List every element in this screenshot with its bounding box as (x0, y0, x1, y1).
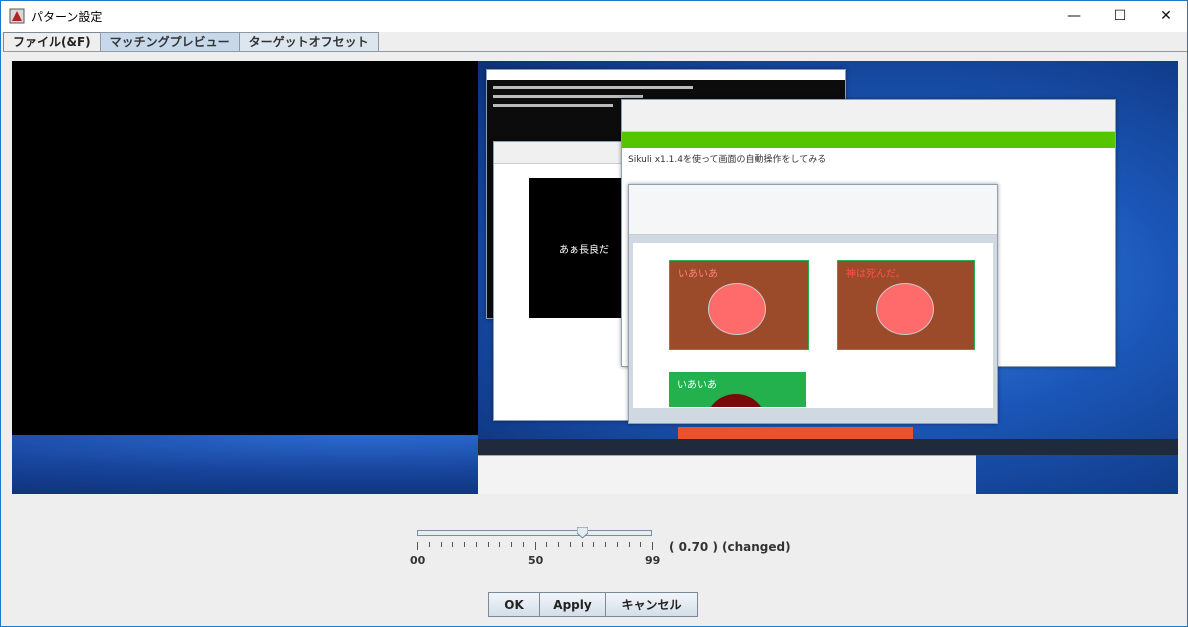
slider-tick (440, 542, 442, 547)
window-title: パターン設定 (31, 10, 103, 24)
tab-target-offset[interactable]: ターゲットオフセット (238, 32, 379, 52)
editor-window (478, 455, 976, 494)
qiita-article-title: Sikuli x1.1.4を使って画面の自動操作をしてみる (628, 155, 827, 165)
slider-tick-label-mid: 50 (528, 554, 544, 567)
preview-taskbar (478, 439, 1178, 455)
tab-strip: ファイル(&F) マッチングプレビュー ターゲットオフセット (3, 32, 379, 52)
slider-tick (546, 542, 548, 547)
preview-black-region (12, 61, 478, 435)
video-subtitle: あぁ長良だ (559, 244, 609, 256)
slider-tick (428, 542, 430, 547)
slider-tick (652, 542, 653, 550)
slider-tick (593, 542, 595, 547)
slider-tick (464, 542, 465, 547)
ok-button[interactable]: OK (488, 592, 540, 617)
slider-tick (605, 542, 606, 547)
paint-box1-text: いあいあ (678, 269, 718, 280)
tab-file[interactable]: ファイル(&F) (3, 32, 101, 52)
tab-matching-preview[interactable]: マッチングプレビュー (99, 32, 240, 52)
similarity-value: ( 0.70 ) (669, 540, 718, 554)
slider-tick-label-min: 00 (410, 554, 426, 567)
minimize-button[interactable]: — (1051, 1, 1097, 31)
similarity-slider-thumb[interactable] (576, 527, 588, 539)
slider-tick-label-max: 99 (645, 554, 661, 567)
pattern-settings-window: パターン設定 — ☐ ✕ ファイル(&F) マッチングプレビュー ターゲットオフ… (0, 0, 1188, 627)
dialog-buttons: OK Apply キャンセル (488, 592, 698, 617)
slider-tick (475, 542, 477, 547)
slider-tick (522, 542, 524, 547)
cancel-button[interactable]: キャンセル (605, 592, 698, 617)
similarity-status: (changed) (722, 540, 791, 554)
screenshot-area: あぁ長良だ Sikuli x1.1.4を使って画面の自動操作をしてみる いあいあ (478, 61, 1178, 494)
slider-tick (511, 542, 512, 547)
app-icon (9, 8, 25, 24)
title-bar: パターン設定 — ☐ ✕ (1, 1, 1187, 32)
apply-button[interactable]: Apply (539, 592, 606, 617)
slider-tick (569, 542, 571, 547)
maximize-icon: ☐ (1113, 8, 1127, 24)
paint-box3-text: いあいあ (677, 380, 717, 391)
close-button[interactable]: ✕ (1143, 1, 1188, 31)
tab-divider (3, 51, 1187, 52)
matching-preview-image: あぁ長良だ Sikuli x1.1.4を使って画面の自動操作をしてみる いあいあ (12, 61, 1178, 494)
video-browser-window: あぁ長良だ (493, 141, 639, 421)
slider-tick (640, 542, 642, 547)
minimize-icon: — (1067, 8, 1081, 24)
slider-tick (534, 542, 536, 550)
paint-window: いあいあ 神は死んだ。 いあいあ (628, 184, 998, 424)
slider-tick (581, 542, 583, 547)
paint-box2-text: 神は死んだ。 (846, 269, 906, 280)
slider-tick (452, 542, 454, 547)
close-icon: ✕ (1160, 8, 1172, 24)
slider-tick (628, 542, 630, 547)
maximize-button[interactable]: ☐ (1097, 1, 1143, 31)
slider-tick (499, 542, 501, 547)
slider-tick (417, 542, 418, 550)
similarity-slider-track[interactable] (417, 530, 652, 536)
slider-tick (558, 542, 559, 547)
slider-tick (616, 542, 618, 547)
slider-tick (487, 542, 489, 547)
